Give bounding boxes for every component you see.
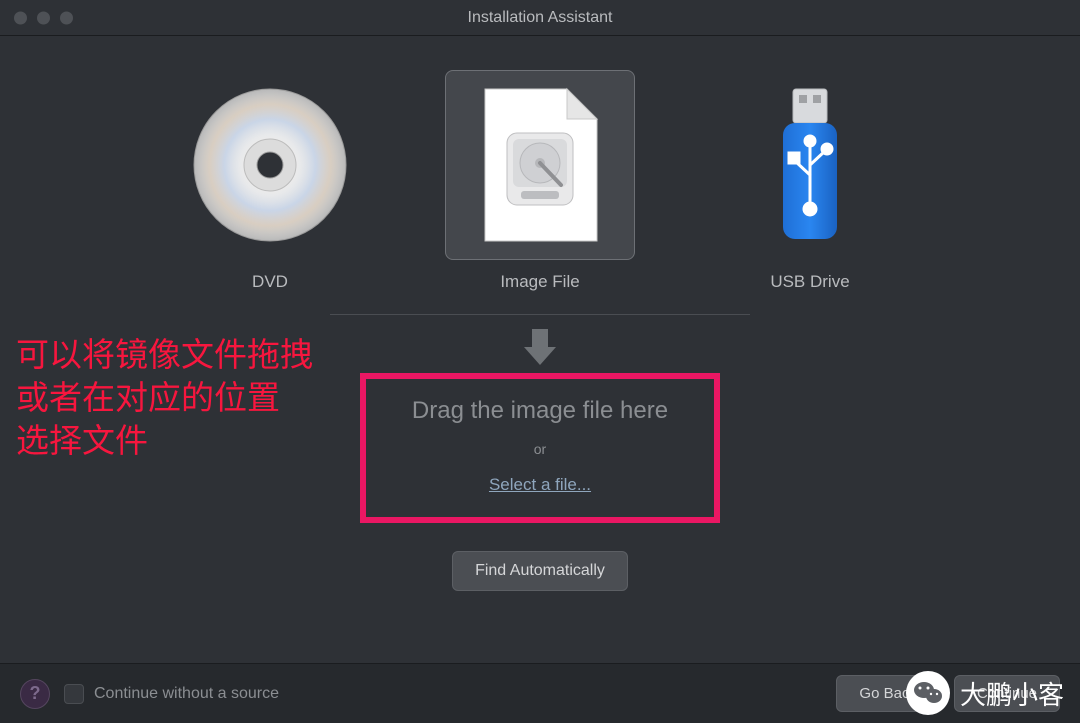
titlebar: Installation Assistant: [0, 0, 1080, 36]
continue-button[interactable]: Continue: [954, 675, 1060, 712]
source-label-dvd: DVD: [252, 272, 288, 292]
arrow-down-icon: [526, 329, 554, 365]
source-option-dvd[interactable]: DVD: [165, 70, 375, 292]
checkbox-label: Continue without a source: [94, 685, 279, 703]
close-window-button[interactable]: [14, 11, 27, 24]
select-file-link[interactable]: Select a file...: [489, 475, 591, 495]
source-options-row: DVD: [0, 70, 1080, 292]
drop-or: or: [380, 441, 700, 457]
divider: [330, 314, 750, 315]
source-label-usb: USB Drive: [770, 272, 849, 292]
image-file-icon: [445, 70, 635, 260]
annotation-line: 选择文件: [16, 420, 313, 463]
go-back-button[interactable]: Go Back: [836, 675, 940, 712]
find-automatically-button[interactable]: Find Automatically: [452, 551, 628, 591]
window-title: Installation Assistant: [0, 9, 1080, 27]
content-area: DVD: [0, 36, 1080, 663]
usb-drive-icon: [715, 70, 905, 260]
annotation-overlay: 可以将镜像文件拖拽 或者在对应的位置 选择文件: [16, 334, 313, 463]
source-option-image-file[interactable]: Image File: [435, 70, 645, 292]
help-button[interactable]: ?: [20, 679, 50, 709]
source-label-image-file: Image File: [500, 272, 579, 292]
zoom-window-button[interactable]: [60, 11, 73, 24]
source-option-usb[interactable]: USB Drive: [705, 70, 915, 292]
footer-bar: ? Continue without a source Go Back Cont…: [0, 663, 1080, 723]
minimize-window-button[interactable]: [37, 11, 50, 24]
drop-title: Drag the image file here: [380, 397, 700, 425]
window-controls: [14, 11, 73, 24]
footer-buttons: Go Back Continue: [836, 675, 1060, 712]
annotation-line: 或者在对应的位置: [16, 377, 313, 420]
drop-zone[interactable]: Drag the image file here or Select a fil…: [360, 373, 720, 523]
checkbox-icon: [64, 684, 84, 704]
annotation-line: 可以将镜像文件拖拽: [16, 334, 313, 377]
dvd-icon: [175, 70, 365, 260]
continue-without-source-checkbox[interactable]: Continue without a source: [64, 684, 279, 704]
